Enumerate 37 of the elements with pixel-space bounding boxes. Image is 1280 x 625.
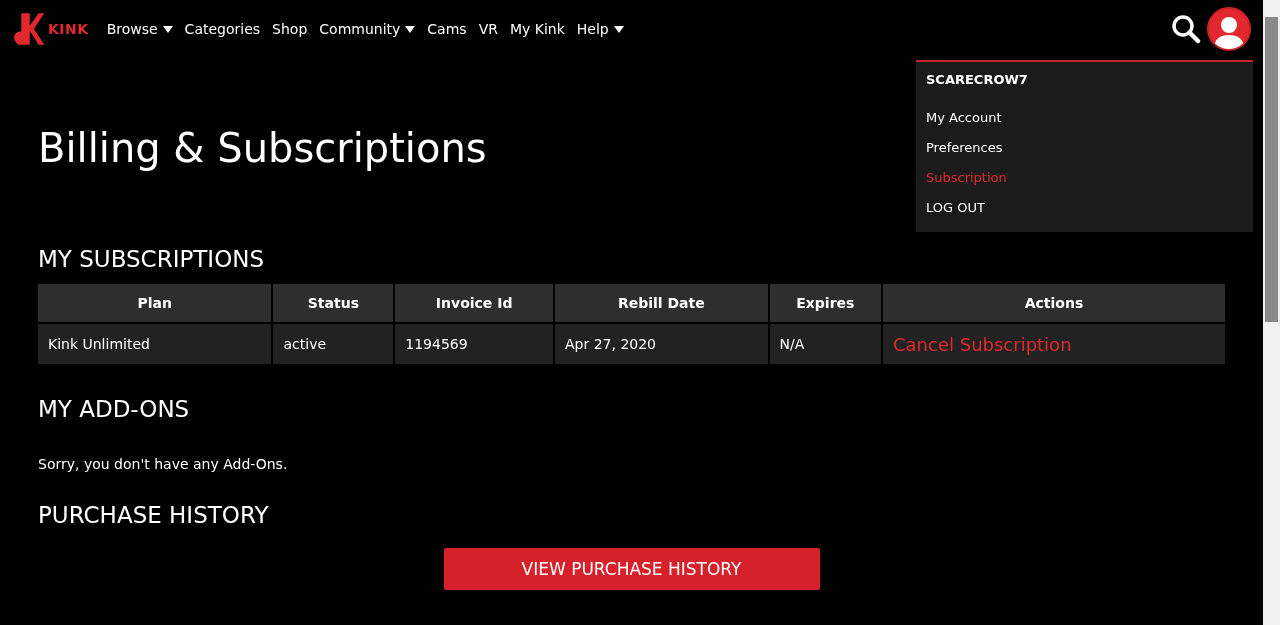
column-header: Actions: [883, 284, 1225, 322]
nav-link[interactable]: Browse: [106, 21, 173, 37]
column-header: Plan: [38, 284, 272, 322]
nav-link[interactable]: Cams: [427, 21, 467, 37]
nav-link[interactable]: Community: [319, 21, 416, 37]
table-cell: Kink Unlimited: [38, 324, 272, 364]
column-header: Expires: [769, 284, 881, 322]
empty-message: Sorry, you don't have any Add-Ons.: [38, 456, 288, 472]
username: SCARECROW7: [926, 72, 1028, 87]
view-purchase-history-button[interactable]: VIEW PURCHASE HISTORY: [443, 548, 820, 590]
menu-item[interactable]: Preferences: [926, 133, 1003, 163]
scrollbar[interactable]: [1263, 0, 1280, 625]
table-cell: Apr 27, 2020: [555, 324, 768, 364]
menu-item[interactable]: My Account: [926, 103, 1002, 133]
search-icon[interactable]: [1171, 14, 1201, 44]
nav-link[interactable]: My Kink: [509, 21, 565, 37]
menu-item[interactable]: LOG OUT: [926, 193, 985, 223]
logo-text: KINK: [48, 21, 89, 37]
nav-link[interactable]: VR: [478, 21, 498, 37]
nav-link[interactable]: Categories: [184, 21, 261, 37]
column-header: Status: [273, 284, 394, 322]
nav-link[interactable]: Help: [576, 21, 624, 37]
nav-link[interactable]: Shop: [272, 21, 308, 37]
column-header: Invoice Id: [395, 284, 553, 322]
section-heading: MY SUBSCRIPTIONS: [38, 245, 265, 274]
section-heading: MY ADD-ONS: [38, 395, 190, 424]
user-avatar[interactable]: [1207, 7, 1251, 51]
table-cell: active: [273, 324, 394, 364]
table-cell: N/A: [769, 324, 881, 364]
person-icon: [1214, 15, 1244, 49]
scrollbar-thumb[interactable]: [1265, 17, 1278, 322]
section-heading: PURCHASE HISTORY: [38, 501, 269, 530]
menu-item[interactable]: Subscription: [926, 163, 1007, 193]
page-title: Billing & Subscriptions: [38, 124, 487, 173]
logo[interactable]: KINK: [10, 12, 89, 46]
column-header: Rebill Date: [555, 284, 768, 322]
table-cell: 1194569: [395, 324, 553, 364]
